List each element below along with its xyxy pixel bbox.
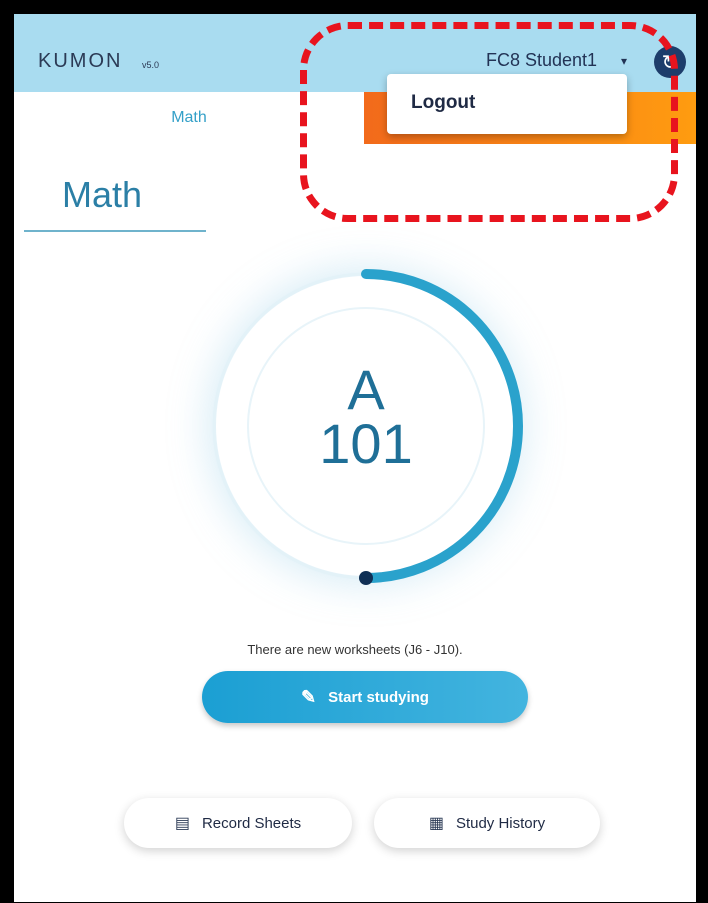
worksheet-number: 101 xyxy=(319,412,413,475)
user-menu-toggle[interactable]: FC8 Student1 xyxy=(486,50,597,71)
start-studying-label: Start studying xyxy=(328,688,429,706)
pencil-icon: ✎ xyxy=(301,686,317,707)
study-history-button[interactable]: ▦ Study History xyxy=(374,798,600,848)
refresh-icon: ↻ xyxy=(661,51,679,74)
record-sheets-button[interactable]: ▤ Record Sheets xyxy=(124,798,352,848)
record-sheets-icon: ▤ xyxy=(174,815,190,832)
chevron-down-icon[interactable]: ▾ xyxy=(621,54,627,68)
start-studying-button[interactable]: ✎ Start studying xyxy=(202,671,528,723)
record-sheets-label: Record Sheets xyxy=(201,814,302,832)
new-worksheets-message: There are new worksheets (J6 - J10). xyxy=(247,642,463,657)
study-history-label: Study History xyxy=(455,814,546,832)
title-underline xyxy=(24,230,206,232)
app-version: v5.0 xyxy=(142,60,160,70)
level-label: A xyxy=(347,358,385,421)
sync-button[interactable]: ↻ xyxy=(654,46,686,78)
kumon-logo: KUMON xyxy=(38,50,123,72)
page-title: Math xyxy=(62,174,143,215)
logout-menu-item[interactable]: Logout xyxy=(411,92,475,114)
app-screen: KUMON v5.0 FC8 Student1 ▾ ↻ Math Logout … xyxy=(14,14,696,902)
user-dropdown-menu: Logout xyxy=(387,74,627,134)
study-history-icon: ▦ xyxy=(428,815,444,832)
tab-math[interactable]: Math xyxy=(14,92,364,144)
tab-math-label: Math xyxy=(171,109,207,126)
progress-end-dot xyxy=(359,571,373,585)
